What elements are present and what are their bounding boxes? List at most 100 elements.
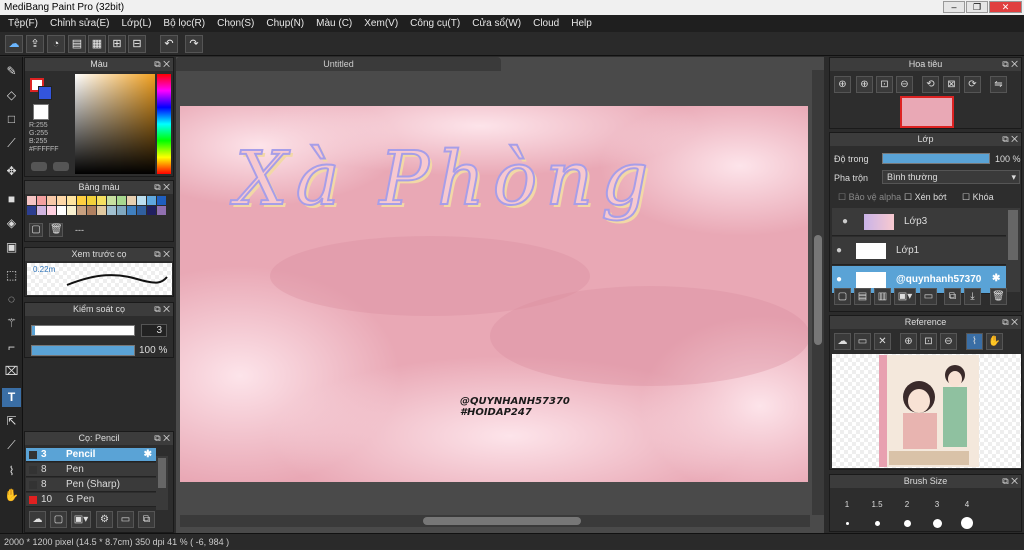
visibility-icon[interactable]: ● <box>836 245 842 256</box>
palette-swatch[interactable] <box>77 206 86 215</box>
palette-swatch[interactable] <box>47 196 56 205</box>
palette-swatch[interactable] <box>27 206 36 215</box>
menu-edit[interactable]: Chỉnh sửa(E) <box>44 18 116 29</box>
panel-close-icon[interactable]: ⧉ ✕ <box>1002 316 1018 329</box>
close-button[interactable]: ✕ <box>989 1 1022 13</box>
menu-tools[interactable]: Công cụ(T) <box>404 18 466 29</box>
canvas[interactable]: Xà Phòng @QUYNHANH57370 #HOIDAP247 <box>180 106 808 482</box>
brush-settings-icon[interactable]: ⚙ <box>96 511 113 528</box>
restore-button[interactable]: ❐ <box>966 1 988 13</box>
color-mode-button[interactable] <box>31 162 47 171</box>
open-folder-icon[interactable]: ▭ <box>854 333 871 350</box>
brush-size-dot[interactable] <box>903 519 911 527</box>
brush-opacity-slider[interactable] <box>31 345 135 356</box>
eyedropper-icon[interactable]: ⌇ <box>2 462 21 481</box>
select-pen-icon[interactable]: ⌐ <box>2 338 21 357</box>
hue-slider[interactable] <box>157 74 171 174</box>
dot-tool-icon[interactable]: □ <box>2 110 21 129</box>
palette-swatch[interactable] <box>97 196 106 205</box>
panel-icon[interactable]: ⊟ <box>128 35 146 53</box>
canvas-vertical-scrollbar[interactable] <box>812 70 824 515</box>
add-brush-icon[interactable]: ▣▾ <box>71 511 91 528</box>
panel-close-icon[interactable]: ⧉ ✕ <box>154 181 170 194</box>
new-brush-icon[interactable]: ▢ <box>50 511 67 528</box>
menu-select[interactable]: Chọn(S) <box>211 18 260 29</box>
menu-cloud[interactable]: Cloud <box>527 18 565 29</box>
duplicate-brush-icon[interactable]: ⧉ <box>138 511 155 528</box>
palette-swatch[interactable] <box>157 196 166 205</box>
zoom-in-icon[interactable]: ⊕ <box>834 76 851 93</box>
gear-icon[interactable]: ✱ <box>144 448 152 462</box>
protect-alpha-checkbox[interactable]: ☐ Bảo vệ alpha <box>838 192 901 203</box>
delete-color-icon[interactable]: 🗑 <box>49 223 63 237</box>
palette-swatch[interactable] <box>117 196 126 205</box>
brush-size-dot[interactable] <box>961 517 973 529</box>
cloud-icon[interactable]: ☁ <box>834 333 851 350</box>
cloud-brush-icon[interactable]: ☁ <box>29 511 46 528</box>
folder-icon[interactable]: ▭ <box>117 511 134 528</box>
panel-close-icon[interactable]: ⧉ ✕ <box>1002 58 1018 71</box>
palette-swatch[interactable] <box>57 206 66 215</box>
layer-row[interactable]: ● Lớp3 <box>832 208 1006 236</box>
panel-close-icon[interactable]: ⧉ ✕ <box>1002 133 1018 146</box>
text-tool-icon[interactable]: T <box>2 388 21 407</box>
menu-color[interactable]: Màu (C) <box>310 18 358 29</box>
panel-close-icon[interactable]: ⧉ ✕ <box>1002 475 1018 488</box>
fill-rect-icon[interactable]: ■ <box>2 190 21 209</box>
brush-row[interactable]: 8 Pen <box>26 463 156 477</box>
blend-mode-select[interactable]: Bình thường ▾ <box>882 170 1020 184</box>
rotate-right-icon[interactable]: ⟳ <box>964 76 981 93</box>
flip-icon[interactable]: ⇋ <box>990 76 1007 93</box>
navigator-thumbnail[interactable] <box>900 96 954 128</box>
palette-swatch[interactable] <box>127 196 136 205</box>
hand-tool-icon[interactable]: ✋ <box>2 486 21 505</box>
brush-tool-icon[interactable]: ✎ <box>2 62 21 81</box>
lock-checkbox[interactable]: ☐ Khóa <box>962 192 994 203</box>
duplicate-layer-icon[interactable]: ⧉ <box>944 288 961 305</box>
divide-tool-icon[interactable]: ⟋ <box>2 436 21 455</box>
operation-tool-icon[interactable]: ⇱ <box>2 412 21 431</box>
palette-swatch[interactable] <box>67 206 76 215</box>
minimize-button[interactable]: – <box>943 1 965 13</box>
palette-swatch[interactable] <box>87 206 96 215</box>
palette-swatch[interactable] <box>137 196 146 205</box>
palette-swatch[interactable] <box>107 206 116 215</box>
menu-snap[interactable]: Chụp(N) <box>260 18 310 29</box>
merge-layer-icon[interactable]: ⤓ <box>964 288 981 305</box>
select-rect-icon[interactable]: ⬚ <box>2 266 21 285</box>
fit-icon[interactable]: ⊡ <box>920 333 937 350</box>
menu-help[interactable]: Help <box>565 18 598 29</box>
gradient-tool-icon[interactable]: ▣ <box>2 238 21 257</box>
palette-swatch[interactable] <box>67 196 76 205</box>
panel-close-icon[interactable]: ⧉ ✕ <box>154 58 170 71</box>
bucket-tool-icon[interactable]: ◈ <box>2 214 21 233</box>
brush-size-dot[interactable] <box>845 521 849 525</box>
brush-row[interactable]: 3 Pencil ✱ <box>26 448 156 462</box>
palette-swatch[interactable] <box>37 206 46 215</box>
add-layer-menu-icon[interactable]: ▣▾ <box>894 288 916 305</box>
menu-view[interactable]: Xem(V) <box>358 18 404 29</box>
blur-tool-icon[interactable]: ⟋ <box>2 134 21 153</box>
zoom-out-icon[interactable]: ⊖ <box>896 76 913 93</box>
brush-list-scrollbar[interactable] <box>156 456 168 510</box>
palette-swatch[interactable] <box>147 196 156 205</box>
visibility-icon[interactable]: ● <box>836 274 842 285</box>
palette-swatch[interactable] <box>97 206 106 215</box>
palette-swatch[interactable] <box>87 196 96 205</box>
page-icon[interactable]: ▦ <box>88 35 106 53</box>
gear-icon[interactable]: ✱ <box>992 273 1000 284</box>
cloud-icon[interactable]: ☁ <box>5 35 23 53</box>
secondary-color-swatch[interactable] <box>38 86 52 100</box>
redo-icon[interactable]: ↷ <box>185 35 203 53</box>
hand-icon[interactable]: ✋ <box>986 333 1003 350</box>
share-icon[interactable]: ⇪ <box>26 35 44 53</box>
visibility-icon[interactable]: ● <box>842 216 848 227</box>
new-halftone-layer-icon[interactable]: ▤ <box>854 288 871 305</box>
menu-window[interactable]: Cửa sổ(W) <box>466 18 527 29</box>
menu-filter[interactable]: Bộ lọc(R) <box>157 18 211 29</box>
brush-size-dot[interactable] <box>874 520 880 526</box>
panel-close-icon[interactable]: ⧉ ✕ <box>154 248 170 261</box>
magic-wand-icon[interactable]: ⚚ <box>2 314 21 333</box>
zoom-out-icon[interactable]: ⊖ <box>940 333 957 350</box>
palette-swatch[interactable] <box>157 206 166 215</box>
